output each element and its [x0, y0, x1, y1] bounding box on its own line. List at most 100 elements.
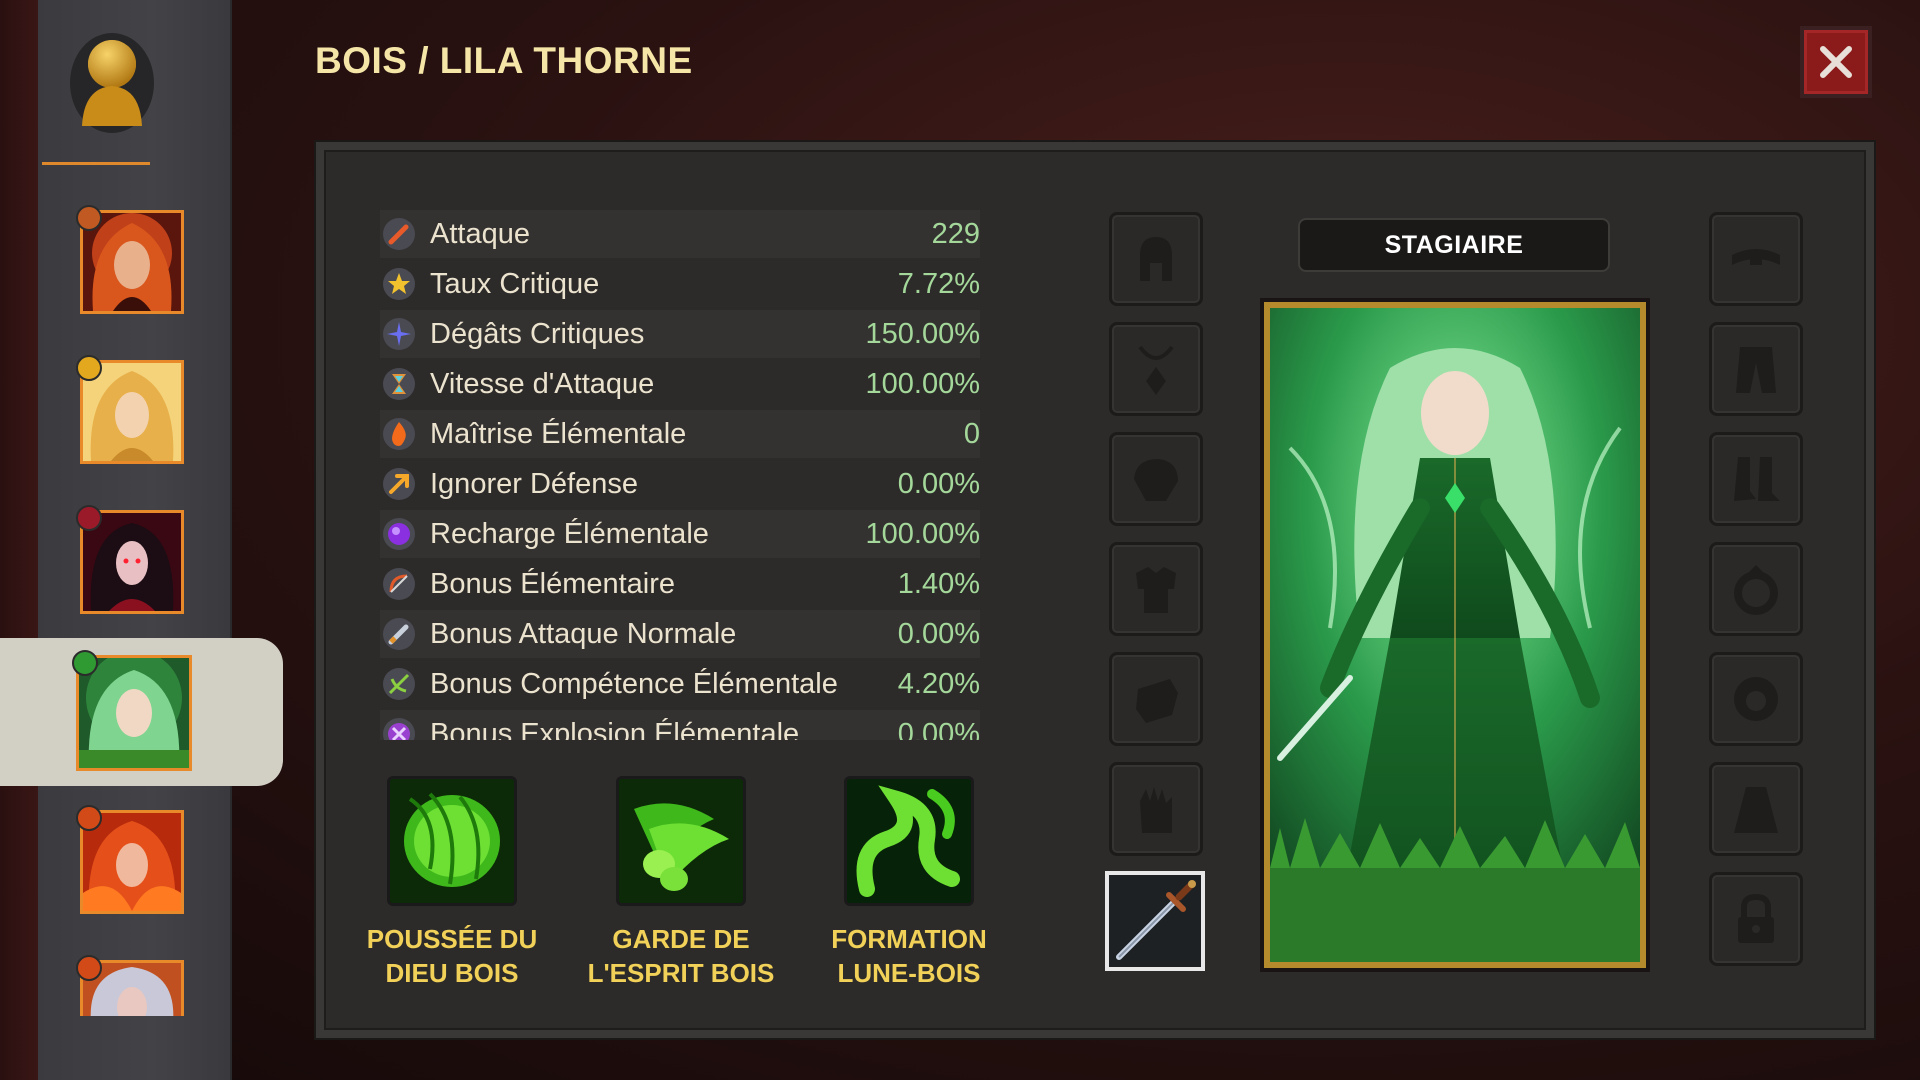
equip-slot-pants[interactable]	[1709, 322, 1803, 416]
equip-slot-armor[interactable]	[1109, 542, 1203, 636]
stat-value: 0.00%	[897, 717, 980, 741]
wood-spirit-guard-skill-icon	[616, 776, 746, 906]
burst-icon	[383, 318, 415, 350]
hero-portrait	[83, 813, 181, 911]
equip-slot-belt[interactable]	[1709, 212, 1803, 306]
stat-row: Taux Critique 7.72%	[380, 260, 980, 308]
stat-row: Recharge Élémentale 100.00%	[380, 510, 980, 558]
stat-label: Vitesse d'Attaque	[430, 367, 655, 400]
fire-element-icon	[76, 805, 102, 831]
sword-icon	[383, 218, 415, 250]
lock-icon	[1738, 893, 1774, 943]
equip-slot-emblem[interactable]	[1709, 652, 1803, 746]
background-edge	[0, 0, 38, 1080]
star-icon	[383, 268, 415, 300]
close-button[interactable]	[1800, 26, 1872, 98]
sidebar-divider	[42, 162, 150, 165]
stat-value: 1.40%	[897, 567, 980, 600]
skill-name: FORMATION LUNE-BOIS	[814, 922, 1004, 990]
blade-icon	[383, 618, 415, 650]
bow-icon	[383, 568, 415, 600]
stat-label: Bonus Attaque Normale	[430, 617, 737, 650]
stat-row: Vitesse d'Attaque 100.00%	[380, 360, 980, 408]
belt-icon	[1732, 249, 1780, 265]
stat-label: Maîtrise Élémentale	[430, 417, 687, 450]
stat-label: Ignorer Défense	[430, 467, 638, 500]
stat-label: Bonus Explosion Élémentale	[430, 717, 800, 741]
stat-value: 0.00%	[897, 467, 980, 500]
skill-name: GARDE DE L'ESPRIT BOIS	[586, 922, 776, 990]
stat-value: 7.72%	[897, 267, 980, 300]
skill-2[interactable]: GARDE DE L'ESPRIT BOIS	[586, 776, 776, 990]
stat-value: 4.20%	[897, 667, 980, 700]
stat-label: Attaque	[430, 217, 530, 250]
hourglass-icon	[383, 368, 415, 400]
rank-label: STAGIAIRE	[1384, 230, 1524, 259]
explosion-icon	[383, 718, 415, 740]
stat-value: 100.00%	[865, 517, 981, 550]
wood-fist-skill-icon	[387, 776, 517, 906]
equip-slot-amulet[interactable]	[1109, 322, 1203, 416]
stat-label: Taux Critique	[430, 267, 600, 300]
pauldron-icon	[1134, 459, 1178, 501]
stat-label: Recharge Élémentale	[430, 517, 709, 550]
sword-icon	[1116, 880, 1196, 960]
pierce-arrow-icon	[383, 468, 415, 500]
gauntlet-icon	[1136, 679, 1178, 723]
skill-name-line2: L'ESPRIT BOIS	[587, 958, 775, 988]
wood-element-icon	[72, 650, 98, 676]
equip-slot-boots[interactable]	[1709, 432, 1803, 526]
dark-element-icon	[76, 505, 102, 531]
ring-icon	[1734, 565, 1778, 615]
rank-label-box: STAGIAIRE	[1298, 218, 1610, 272]
glove-icon	[1140, 787, 1172, 833]
skill-name-line1: POUSSÉE DU	[366, 924, 538, 954]
equip-slot-helmet[interactable]	[1109, 212, 1203, 306]
amulet-icon	[1138, 345, 1174, 395]
stat-row: Bonus Élémentaire 1.40%	[380, 560, 980, 608]
armor-icon	[1136, 567, 1176, 613]
moon-wood-formation-skill-icon	[844, 776, 974, 906]
stat-row: Attaque 229	[380, 210, 980, 258]
equip-slot-weapon[interactable]	[1105, 871, 1205, 971]
cape-icon	[1734, 787, 1778, 833]
close-icon	[1820, 46, 1852, 78]
skill-name-line1: GARDE DE	[612, 924, 750, 954]
skill-name-line2: DIEU BOIS	[385, 958, 519, 988]
skill-1[interactable]: POUSSÉE DU DIEU BOIS	[357, 776, 547, 990]
profile-icon[interactable]	[62, 28, 162, 138]
stat-row: Maîtrise Élémentale 0	[380, 410, 980, 458]
skill-3[interactable]: FORMATION LUNE-BOIS	[814, 776, 1004, 990]
stat-row: Ignorer Défense 0.00%	[380, 460, 980, 508]
flame-icon	[383, 418, 415, 450]
equip-slot-pauldron[interactable]	[1109, 432, 1203, 526]
hero-portrait	[79, 658, 189, 768]
equip-slot-locked[interactable]	[1709, 872, 1803, 966]
stat-label: Bonus Compétence Élémentale	[430, 667, 838, 700]
equip-slot-glove[interactable]	[1109, 762, 1203, 856]
crossbow-icon	[383, 668, 415, 700]
stat-row: Bonus Explosion Élémentale 0.00%	[380, 710, 980, 740]
stat-value: 0	[963, 417, 980, 450]
fire-element-icon	[76, 205, 102, 231]
stat-value: 150.00%	[865, 317, 981, 350]
stats-list[interactable]: Attaque 229 Taux Critique 7.72% Dégâts C…	[380, 210, 980, 740]
character-portrait	[1264, 302, 1646, 968]
pants-icon	[1736, 347, 1776, 393]
stat-label: Bonus Élémentaire	[430, 567, 676, 600]
hero-portrait	[83, 363, 181, 461]
equip-slot-ring[interactable]	[1709, 542, 1803, 636]
page-title: BOIS / LILA THORNE	[315, 40, 693, 81]
hero-portrait	[83, 213, 181, 311]
stat-row: Bonus Attaque Normale 0.00%	[380, 610, 980, 658]
stat-value: 0.00%	[897, 617, 980, 650]
stat-row: Bonus Compétence Élémentale 4.20%	[380, 660, 980, 708]
stat-label: Dégâts Critiques	[430, 317, 645, 350]
fire-element-icon	[76, 955, 102, 981]
equip-slot-cape[interactable]	[1709, 762, 1803, 856]
equip-slot-gauntlet[interactable]	[1109, 652, 1203, 746]
light-element-icon	[76, 355, 102, 381]
stat-value: 100.00%	[865, 367, 981, 400]
orb-icon	[383, 518, 415, 550]
skill-name: POUSSÉE DU DIEU BOIS	[357, 922, 547, 990]
